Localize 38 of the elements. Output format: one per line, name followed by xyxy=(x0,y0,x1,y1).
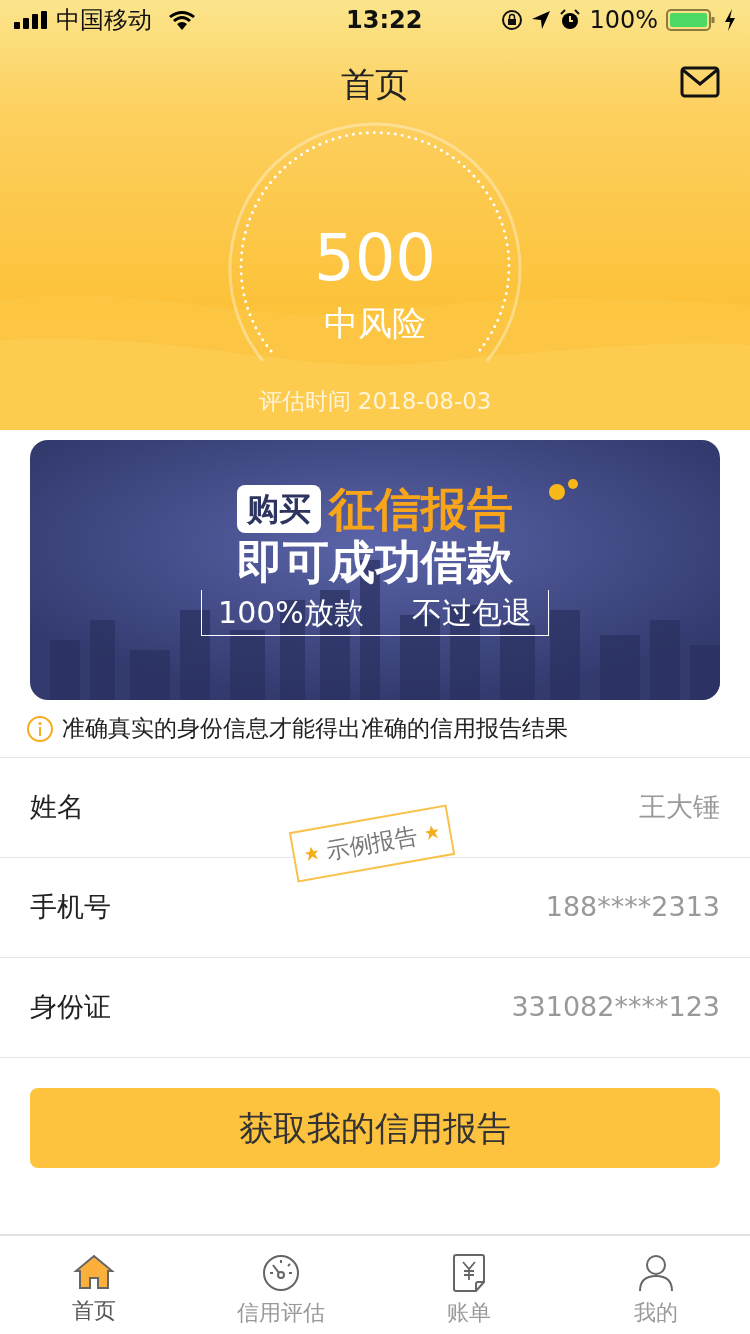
get-report-button[interactable]: 获取我的信用报告 xyxy=(30,1088,720,1168)
home-icon xyxy=(72,1254,115,1290)
alarm-icon xyxy=(559,9,582,31)
notice-text: 准确真实的身份信息才能得出准确的信用报告结果 xyxy=(62,714,568,744)
location-icon xyxy=(531,10,552,30)
bill-icon xyxy=(451,1254,486,1292)
tab-bar-item[interactable]: 账单 xyxy=(375,1236,563,1334)
mail-icon[interactable] xyxy=(680,66,720,98)
signal-icon xyxy=(14,11,48,29)
info-icon xyxy=(26,714,54,743)
field-value: 王大锤 xyxy=(639,790,720,825)
field-value: 188****2313 xyxy=(545,890,720,925)
banner-headline: 征信报告 xyxy=(329,484,513,535)
battery-percent: 100% xyxy=(589,5,658,36)
tab-bar-item[interactable]: 首页 xyxy=(0,1236,188,1334)
field-value: 331082****123 xyxy=(511,990,720,1025)
wifi-icon xyxy=(168,10,196,30)
banner-slogan: 100%放款 xyxy=(218,593,364,632)
banner-tag: 购买 xyxy=(237,485,321,534)
banner-subline: 即可成功借款 xyxy=(237,534,513,590)
tab-bar-item[interactable]: 我的 xyxy=(562,1236,750,1334)
assessment-date: 评估时间 2018-08-03 xyxy=(257,388,493,416)
credit-score: 500 xyxy=(313,226,437,290)
person-icon xyxy=(638,1254,675,1292)
rotation-lock-icon xyxy=(501,9,524,31)
risk-level: 中风险 xyxy=(324,302,426,345)
field-label: 手机号 xyxy=(30,890,111,925)
battery-icon xyxy=(666,8,716,32)
carrier-name: 中国移动 xyxy=(56,5,152,36)
tab-bar-item[interactable]: 信用评估 xyxy=(187,1236,375,1334)
sample-report-stamp: 示例报告 xyxy=(288,804,456,882)
banner-slogan: 不过包退 xyxy=(411,593,532,632)
gauge-icon xyxy=(262,1254,301,1292)
charging-icon xyxy=(724,9,736,31)
field-label: 姓名 xyxy=(30,790,84,825)
field-label: 身份证 xyxy=(30,990,111,1025)
page-title: 首页 xyxy=(341,62,409,106)
clock-time: 13:22 xyxy=(346,5,423,36)
